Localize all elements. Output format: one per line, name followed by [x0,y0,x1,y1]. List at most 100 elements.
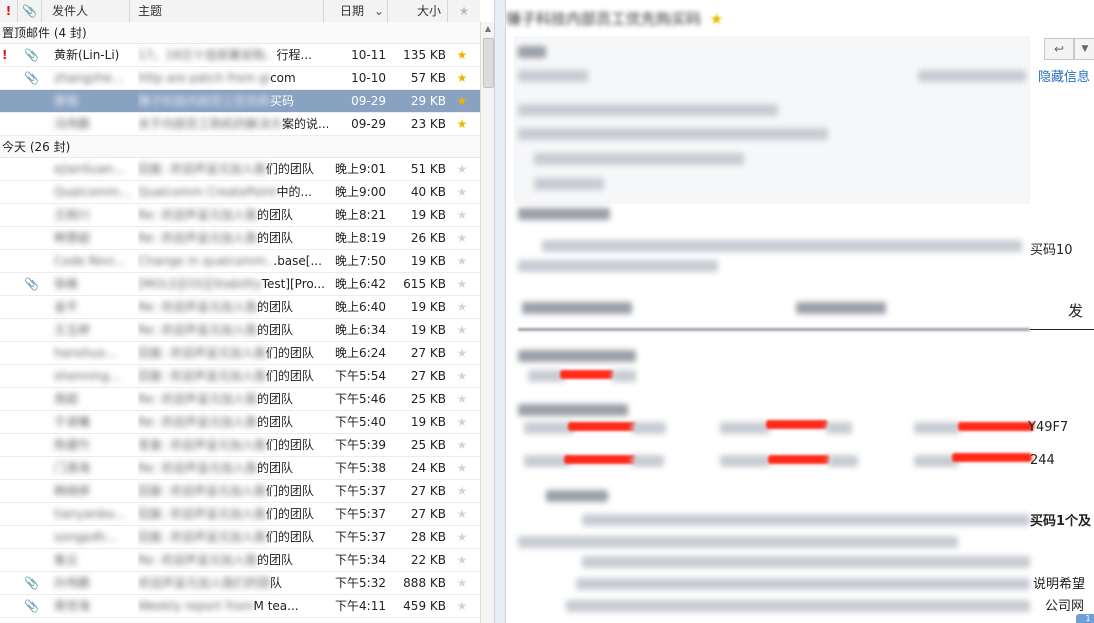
mail-row[interactable]: 金平 Re: 欢迎声呈元加入我的团队 晚上6:40 19 KB ★ [0,296,480,319]
priority-flag-icon[interactable] [2,90,12,112]
star-icon[interactable]: ★ [452,365,472,387]
mail-row[interactable]: 韩晓婷 回复: 欢迎声呈元加入我们的团队 下午5:37 27 KB ★ [0,480,480,503]
attachment-icon[interactable]: 📎 [18,0,42,22]
subject-blurred-part: [MOLS][OS][Stability [138,277,262,291]
star-icon[interactable]: ★ [452,457,472,479]
star-icon[interactable]: ★ [452,250,472,272]
mail-row[interactable]: 鲁云 Re: 欢迎声呈元加入我的团队 下午5:34 22 KB ★ [0,549,480,572]
star-icon[interactable]: ★ [452,113,472,135]
mail-from: 金平 [54,300,79,314]
star-icon[interactable]: ★ [452,342,472,364]
star-icon[interactable]: ★ [452,158,472,180]
redacted-code-3 [766,420,828,429]
hide-info-link[interactable]: 隐藏信息 [1038,66,1090,85]
date-column-header[interactable]: 日期 ⌄ [324,0,388,22]
star-icon[interactable]: ★ [452,549,472,571]
mail-row[interactable]: shenning... 回复: 欢迎声呈元加入我们的团队 下午5:54 27 KB ★ [0,365,480,388]
sort-chevron-icon: ⌄ [373,4,384,18]
flag-column-header[interactable]: ! [0,0,18,22]
priority-flag-icon[interactable] [2,113,12,135]
mail-row[interactable]: 黄锦 锤子科技内部员工优先购买码 09-29 29 KB ★ [0,90,480,113]
subject-blurred-part: 回复: 欢迎声呈元加入我 [138,507,266,521]
mail-row[interactable]: ! 📎 黄新(Lin-Li) 17。18日十佳部署采购、行程... 10-11 135 K… [0,44,480,67]
star-icon[interactable]: ★ [452,296,472,318]
reply-icon[interactable]: ↩ [1044,38,1074,60]
mail-from: hanshuo... [54,346,117,360]
mail-row[interactable]: 冯伟鹏 关于内部员工购机的解决方案的说... 09-29 23 KB ★ [0,113,480,136]
star-icon[interactable]: ★ [452,90,472,112]
star-icon[interactable]: ★ [452,319,472,341]
mail-row[interactable]: tianyanbo... 回复: 欢迎声呈元加入我们的团队 下午5:37 27 KB ★ [0,503,480,526]
star-column-header[interactable]: ★ [448,0,480,22]
mail-from: 陈建竹 [54,438,91,452]
subject-column-header[interactable]: 主题 [130,0,324,22]
priority-flag-icon[interactable]: ! [2,44,12,66]
mail-row[interactable]: 王玉婷 Re: 欢迎声呈元加入我的团队 晚上6:34 19 KB ★ [0,319,480,342]
star-icon[interactable]: ★ [452,595,472,617]
star-icon[interactable]: ★ [452,503,472,525]
star-icon[interactable]: ★ [452,204,472,226]
mail-subject-cell: Re: 欢迎声呈元加入我的团队 [138,319,328,341]
mail-row[interactable]: hanshuo... 回复: 欢迎声呈元加入我们的团队 晚上6:24 27 KB ★ [0,342,480,365]
subject-blurred-part: 回复: 欢迎声呈元加入我 [138,346,266,360]
star-icon[interactable]: ★ [452,44,472,66]
mail-row[interactable]: Qualcomm... Qualcomm CreatePoint中的... 晚上9:… [0,181,480,204]
star-icon[interactable]: ★ [452,273,472,295]
mail-from: shenning... [54,369,121,383]
mail-row[interactable]: 陈建竹 答复: 欢迎声呈元加入我们的团队 下午5:39 25 KB ★ [0,434,480,457]
size-column-header[interactable]: 大小 [388,0,448,22]
mail-row[interactable]: 门清海 Re: 欢迎声呈元加入我的团队 下午5:38 24 KB ★ [0,457,480,480]
mail-subject-cell: http are patch from gicom [138,67,328,89]
group-header-pinned[interactable]: 置顶邮件 (4 封) [0,22,480,44]
mail-row[interactable]: 📎 张峰 [MOLS][OS][StabilityTest][Pro... 晚上6:4… [0,273,480,296]
mail-row[interactable]: 于淑曦 Re: 欢迎声呈元加入我的团队 下午5:40 19 KB ★ [0,411,480,434]
star-icon[interactable]: ★ [710,10,723,28]
from-column-header[interactable]: 发件人 [42,0,130,22]
mail-date: 10-11 [351,48,386,62]
list-scrollbar[interactable]: ▲ [480,22,494,623]
mail-date: 下午5:39 [335,438,386,452]
mail-date: 下午4:11 [335,599,386,613]
star-icon[interactable]: ★ [452,181,472,203]
mail-subject-cell: 17。18日十佳部署采购、行程... [138,44,328,66]
pane-divider[interactable] [494,0,506,623]
star-icon[interactable]: ★ [452,434,472,456]
group-header-today[interactable]: 今天 (26 封) [0,136,480,158]
mail-row[interactable]: 📎 蒋世海 Weekly report fromM tea... 下午4:11 459 … [0,595,480,618]
mail-row[interactable]: 📎 zhangzhe... http are patch from gicom 10-… [0,67,480,90]
mail-row[interactable]: ejianSuan... 回复: 欢迎声呈元加入我们的团队 晚上9:01 51 KB ★ [0,158,480,181]
code-5-suffix [632,455,664,467]
scroll-up-arrow-icon[interactable]: ▲ [481,22,494,36]
mail-row[interactable]: 韩慧超 Re: 欢迎声呈元加入我的团队 晚上8:19 26 KB ★ [0,227,480,250]
subject-visible-part: 的团队 [257,415,294,429]
corner-badge[interactable]: 1 [1076,614,1094,623]
mail-size: 25 KB [410,392,446,406]
mail-date: 晚上9:00 [335,185,386,199]
mail-date: 晚上8:21 [335,208,386,222]
subject-blurred-part: http are patch from gi [138,71,271,85]
star-icon[interactable]: ★ [452,227,472,249]
mail-subject-cell: Change in qualcomm...base[... [138,250,328,272]
scroll-thumb[interactable] [483,38,494,88]
star-icon[interactable]: ★ [452,526,472,548]
mail-from: 门清海 [54,461,91,475]
star-icon[interactable]: ★ [452,67,472,89]
mail-row[interactable]: Code Revi... Change in qualcomm...base[..… [0,250,480,273]
mail-from: 孙伟鹏 [54,576,91,590]
subject-blurred-part: 回复: 欢迎声呈元加入我 [138,530,266,544]
mail-row[interactable]: 王刚川 Re: 欢迎声呈元加入我的团队 晚上8:21 19 KB ★ [0,204,480,227]
mail-subject-cell: 答复: 欢迎声呈元加入我们的团队 [138,434,328,456]
mail-row[interactable]: songpdh... 回复: 欢迎声呈元加入我们的团队 下午5:37 28 KB ★ [0,526,480,549]
mail-size: 22 KB [410,553,446,567]
star-icon[interactable]: ★ [452,480,472,502]
star-icon[interactable]: ★ [452,411,472,433]
star-icon[interactable]: ★ [452,572,472,594]
mail-row[interactable]: 周超 Re: 欢迎声呈元加入我的团队 下午5:46 25 KB ★ [0,388,480,411]
mail-row[interactable]: 📎 孙伟鹏 欢迎声呈元加入我们的团队 下午5:32 888 KB ★ [0,572,480,595]
mail-size: 27 KB [410,369,446,383]
mail-size: 19 KB [410,254,446,268]
priority-flag-icon[interactable] [2,67,12,89]
more-actions-icon[interactable]: ▼ [1074,38,1094,60]
mail-size: 459 KB [403,599,446,613]
star-icon[interactable]: ★ [452,388,472,410]
